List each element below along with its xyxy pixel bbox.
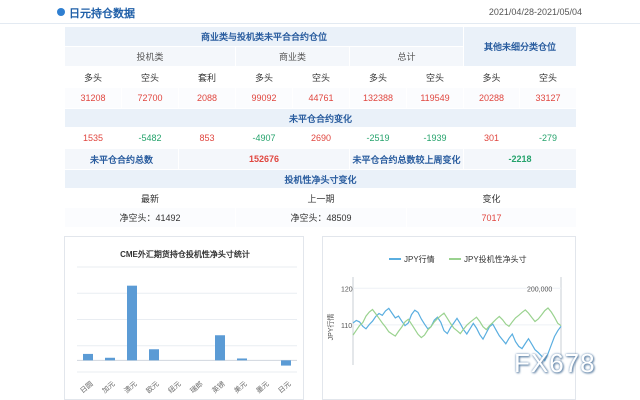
oi-total-value: 152676: [178, 148, 350, 170]
bar-category-label: 日元: [277, 380, 293, 395]
oi-change-value: -2218: [463, 148, 578, 170]
y-tick-label: 110: [341, 323, 352, 330]
group-header-other: 其他未细分类仓位: [463, 26, 578, 67]
bar-category-label: 日圆: [79, 380, 95, 395]
bar-欧元: [149, 349, 159, 361]
title-bullet-icon: [57, 8, 65, 16]
bar-日圆: [83, 353, 93, 361]
col-spread: 套利: [178, 66, 236, 88]
oi-total-label: 未平仓合约总数: [64, 148, 179, 170]
positions-table: 商业类与投机类未平合合约仓位 其他未细分类仓位 投机类 商业类 总计 多头 空头…: [63, 26, 578, 228]
value-comm-short: 44761: [292, 87, 350, 109]
col-short: 空头: [121, 66, 179, 88]
bar-英镑: [215, 335, 225, 361]
net-change-value: 7017: [405, 207, 578, 228]
y-axis-label: JPY行情: [326, 314, 335, 341]
net-position-bar-chart-panel: CME外汇期货持仓投机性净头寸统计日圆 加元 澳元 欧元 纽元 瑞郎 英镑 美元 墨元 日元: [64, 236, 304, 400]
col-short: 空头: [405, 66, 465, 88]
change-other-long: 301: [463, 127, 521, 149]
change-comm-long: -4907: [235, 127, 293, 149]
col-long: 多头: [235, 66, 293, 88]
bar-category-label: 加元: [100, 379, 117, 395]
fx678-watermark: FX678: [514, 348, 596, 378]
change-spec-long: 1535: [64, 127, 122, 149]
bar-加元: [105, 357, 115, 361]
change-spec-spread: 853: [178, 127, 236, 149]
bar-category-label: 墨元: [255, 380, 271, 395]
page-header: 日元持仓数据 2021/04/28-2021/05/04: [0, 0, 640, 24]
change-spec-short: -5482: [121, 127, 179, 149]
col-long: 多头: [349, 66, 407, 88]
net-position-bar-chart: CME外汇期货持仓投机性净头寸统计日圆 加元 澳元 欧元 纽元 瑞郎 英镑 美元 墨元 日元: [77, 249, 297, 395]
value-other-long: 20288: [463, 87, 521, 109]
bar-category-label: 欧元: [144, 379, 161, 395]
bar-日元: [281, 360, 291, 366]
change-total-long: -2519: [349, 127, 407, 149]
value-total-short: 119549: [405, 87, 465, 109]
subheader-speculative: 投机类: [64, 46, 236, 67]
change-comm-short: 2690: [292, 127, 350, 149]
spec-net-section-title: 投机性净头寸变化: [63, 169, 578, 189]
value-spec-short: 72700: [121, 87, 179, 109]
change-other-short: -279: [519, 127, 578, 149]
subheader-total: 总计: [348, 46, 465, 67]
bar-category-label: 澳元: [122, 379, 139, 395]
legend-label: JPY行情: [404, 254, 435, 264]
previous-net-value: 净空头：48509: [235, 207, 407, 228]
oi-change-label: 未平仓合约总数较上周变化: [348, 148, 465, 170]
value-other-short: 33127: [519, 87, 578, 109]
value-comm-long: 99092: [235, 87, 293, 109]
bar-category-label: 瑞郎: [188, 379, 205, 395]
value-total-long: 132388: [349, 87, 407, 109]
legend-label: JPY投机性净头寸: [464, 254, 527, 264]
latest-label: 最新: [64, 188, 236, 208]
bar-category-label: 英镑: [210, 379, 227, 395]
subheader-commercial: 商业类: [235, 46, 350, 67]
previous-label: 上一期: [235, 188, 407, 208]
bar-category-label: 美元: [232, 379, 249, 395]
value-spec-spread: 2088: [178, 87, 236, 109]
y-tick-label: 120: [341, 286, 353, 293]
group-header-noncommercial-commercial: 商业类与投机类未平合合约仓位: [63, 26, 465, 47]
date-range: 2021/04/28-2021/05/04: [488, 7, 582, 17]
bar-category-label: 纽元: [166, 379, 183, 395]
page-title: 日元持仓数据: [69, 8, 135, 20]
bar-chart-title: CME外汇期货持仓投机性净头寸统计: [120, 249, 250, 259]
y-tick-label-right: 200,000: [527, 286, 552, 293]
col-long: 多头: [64, 66, 122, 88]
change-section-title: 未平仓合约变化: [63, 108, 578, 128]
change-total-short: -1939: [405, 127, 465, 149]
col-long: 多头: [463, 66, 521, 88]
bar-美元: [237, 358, 247, 361]
value-spec-long: 31208: [64, 87, 122, 109]
col-short: 空头: [519, 66, 578, 88]
latest-net-value: 净空头：41492: [64, 207, 236, 228]
col-short: 空头: [292, 66, 350, 88]
change-label: 变化: [405, 188, 578, 208]
bar-澳元: [127, 285, 137, 361]
